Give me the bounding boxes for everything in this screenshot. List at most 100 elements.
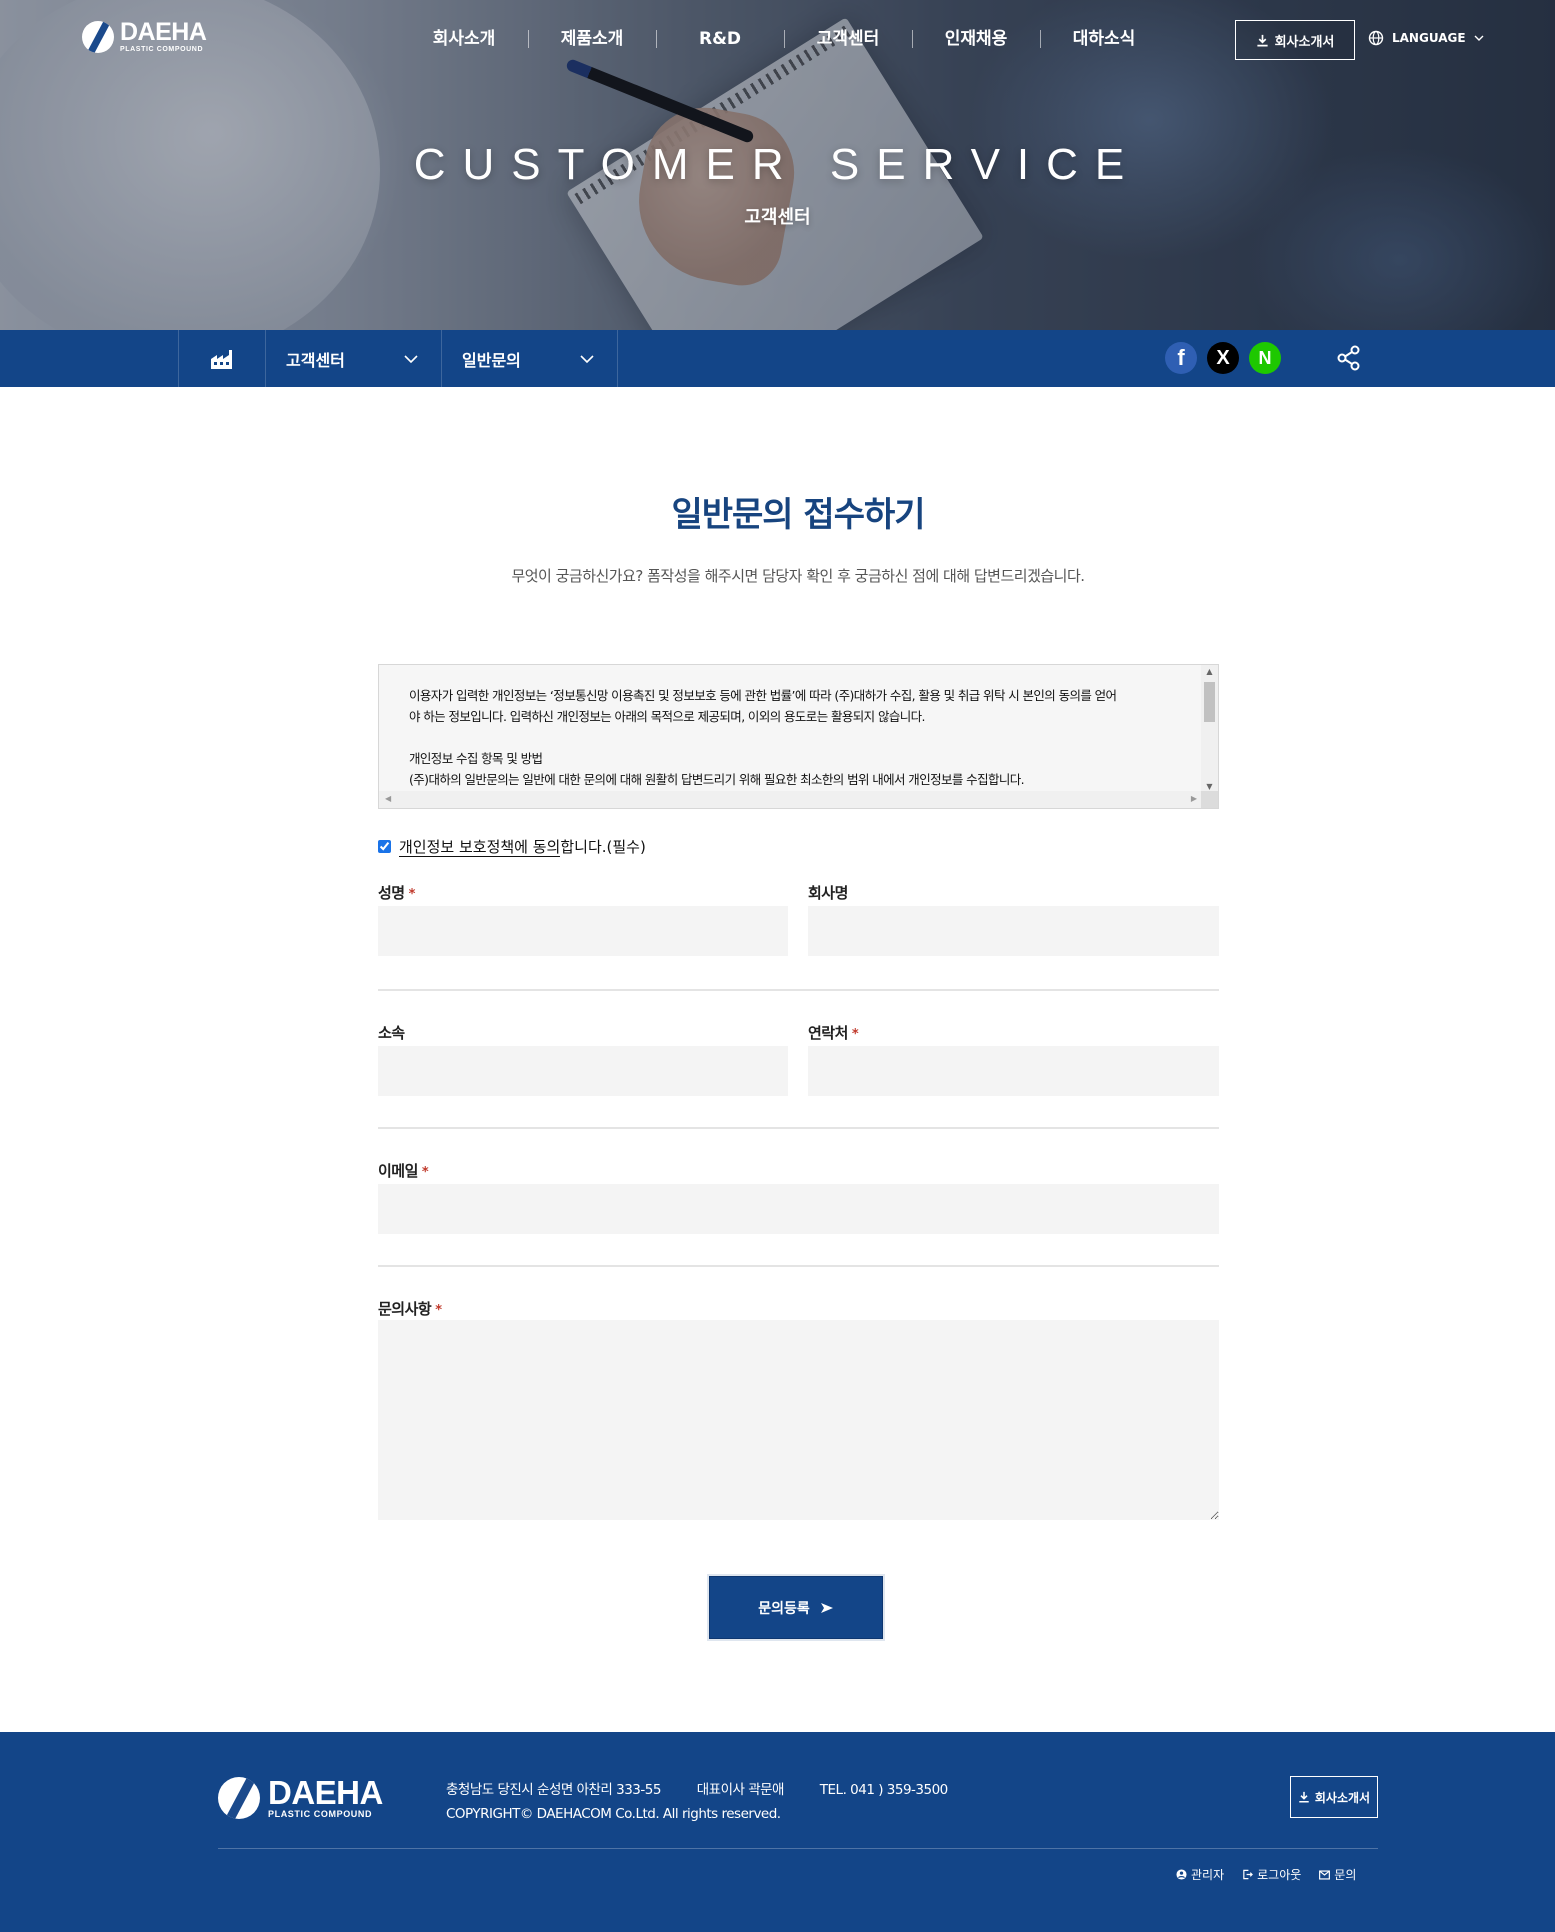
name-label-text: 성명 xyxy=(378,884,405,902)
logo-wordmark: DAEHA PLASTIC COMPOUND xyxy=(120,18,207,54)
required-mark: * xyxy=(421,1165,429,1180)
footer-link-contact-label: 문의 xyxy=(1334,1868,1357,1882)
footer-info-row: 충청남도 당진시 순성면 아찬리 333-55 대표이사 곽문애 TEL. 04… xyxy=(446,1778,948,1802)
inquiry-label: 문의사항 * xyxy=(378,1298,442,1319)
breadcrumb-depth1[interactable]: 고객센터 xyxy=(266,330,442,387)
breadcrumb-depth2[interactable]: 일반문의 xyxy=(442,330,618,387)
footer-link-admin[interactable]: 관리자 xyxy=(1176,1866,1224,1883)
footer-logo-sub-text: PLASTIC COMPOUND xyxy=(268,1809,373,1819)
chevron-down-icon xyxy=(580,354,594,363)
location-bar: 고객센터 일반문의 f X N xyxy=(0,330,1555,387)
form-divider xyxy=(378,1265,1219,1267)
logo-main-text: DAEHA xyxy=(120,18,207,46)
horizontal-scrollbar[interactable]: ◀ ▶ xyxy=(379,791,1203,808)
scroll-right-icon[interactable]: ▶ xyxy=(1191,794,1197,803)
company-label: 회사명 xyxy=(808,882,848,903)
scrollbar-corner xyxy=(1201,791,1218,808)
scrollbar-thumb[interactable] xyxy=(1204,682,1215,722)
brochure-label: 회사소개서 xyxy=(1274,34,1335,50)
scroll-up-icon[interactable]: ▲ xyxy=(1201,667,1218,676)
share-button[interactable] xyxy=(1335,344,1363,376)
footer-link-logout[interactable]: 로그아웃 xyxy=(1242,1866,1301,1883)
contact-input[interactable] xyxy=(808,1046,1219,1096)
footer-logo[interactable]: DAEHA PLASTIC COMPOUND xyxy=(218,1776,383,1819)
send-icon xyxy=(820,1602,833,1613)
footer-logo-main-text: DAEHA xyxy=(268,1774,383,1811)
footer-tel: TEL. 041 ) 359-3500 xyxy=(819,1782,949,1798)
privacy-agree-text: 개인정보 보호정책에 동의합니다.(필수) xyxy=(399,836,646,857)
hero-banner: DAEHA PLASTIC COMPOUND 회사소개 제품소개 R&D 고객센… xyxy=(0,0,1555,330)
nav-item-news[interactable]: 대하소식 xyxy=(1040,26,1168,52)
affiliation-input[interactable] xyxy=(378,1046,788,1096)
breadcrumb-depth2-label: 일반문의 xyxy=(462,350,521,370)
submit-label: 문의등록 xyxy=(758,1600,810,1617)
footer-brochure-label: 회사소개서 xyxy=(1314,1790,1371,1805)
hero-subtitle: 고객센터 xyxy=(744,207,811,228)
submit-inquiry-button[interactable]: 문의등록 xyxy=(709,1576,883,1639)
scroll-left-icon[interactable]: ◀ xyxy=(385,794,391,803)
privacy-terms-box[interactable]: 이용자가 입력한 개인정보는 ‘정보통신망 이용촉진 및 정보보호 등에 관한 … xyxy=(378,664,1219,809)
logout-icon xyxy=(1243,1869,1254,1880)
name-input[interactable] xyxy=(378,906,788,956)
privacy-terms-text: 이용자가 입력한 개인정보는 ‘정보통신망 이용촉진 및 정보보호 등에 관한 … xyxy=(409,685,1179,790)
chevron-down-icon xyxy=(1474,35,1484,41)
vertical-scrollbar[interactable]: ▲ ▼ xyxy=(1201,665,1218,793)
footer-ceo: 대표이사 곽문애 xyxy=(696,1782,785,1798)
terms-line: (주)대하의 일반문의는 일반에 대한 문의에 대해 원활히 답변드리기 위해 … xyxy=(409,772,1025,787)
privacy-policy-link[interactable]: 개인정보 보호정책에 동의 xyxy=(399,838,561,857)
required-mark: * xyxy=(408,887,416,902)
nav-item-products[interactable]: 제품소개 xyxy=(528,26,656,52)
terms-line: 야 하는 정보입니다. 입력하신 개인정보는 아래의 목적으로 제공되며, 이외… xyxy=(409,709,926,724)
language-selector[interactable]: LANGUAGE xyxy=(1368,30,1484,46)
language-label: LANGUAGE xyxy=(1392,31,1466,45)
share-icon xyxy=(1337,345,1360,371)
logo-sub-text: PLASTIC COMPOUND xyxy=(120,46,204,53)
required-mark: * xyxy=(851,1027,859,1042)
inquiry-textarea[interactable] xyxy=(378,1320,1219,1520)
x-twitter-icon[interactable]: X xyxy=(1207,342,1239,374)
footer-link-logout-label: 로그아웃 xyxy=(1257,1868,1302,1882)
footer-brochure-button[interactable]: 회사소개서 xyxy=(1290,1776,1378,1818)
naver-icon[interactable]: N xyxy=(1249,342,1281,374)
privacy-agree-row[interactable]: 개인정보 보호정책에 동의합니다.(필수) xyxy=(378,836,646,857)
company-input[interactable] xyxy=(808,906,1219,956)
privacy-agree-checkbox[interactable] xyxy=(378,840,391,853)
footer-link-contact[interactable]: 문의 xyxy=(1319,1866,1356,1883)
required-mark: * xyxy=(435,1303,442,1318)
site-logo[interactable]: DAEHA PLASTIC COMPOUND xyxy=(82,18,207,54)
nav-item-customer[interactable]: 고객센터 xyxy=(784,26,912,52)
home-button[interactable] xyxy=(178,330,266,387)
email-input[interactable] xyxy=(378,1184,1219,1234)
nav-item-recruit[interactable]: 인재채용 xyxy=(912,26,1040,52)
contact-label: 연락처 * xyxy=(808,1022,859,1043)
footer-link-admin-label: 관리자 xyxy=(1191,1868,1225,1882)
chevron-down-icon xyxy=(404,354,418,363)
contact-label-text: 연락처 xyxy=(808,1024,848,1042)
footer-copyright: COPYRIGHT© DAEHACOM Co.Ltd. All rights r… xyxy=(446,1806,781,1822)
brochure-download-button[interactable]: 회사소개서 xyxy=(1235,20,1355,60)
breadcrumb-depth1-label: 고객센터 xyxy=(286,350,345,370)
mail-icon xyxy=(1319,1869,1331,1880)
footer-divider xyxy=(218,1848,1378,1849)
form-divider xyxy=(378,989,1219,991)
footer-address: 충청남도 당진시 순성면 아찬리 333-55 xyxy=(446,1782,661,1798)
sns-share-group: f X N xyxy=(1165,342,1281,374)
privacy-agree-suffix: 합니다.(필수) xyxy=(560,838,646,856)
main-nav: 회사소개 제품소개 R&D 고객센터 인재채용 대하소식 xyxy=(400,26,1168,52)
site-footer: DAEHA PLASTIC COMPOUND 충청남도 당진시 순성면 아찬리 … xyxy=(0,1732,1555,1932)
inquiry-label-text: 문의사항 xyxy=(378,1300,432,1318)
nav-item-company[interactable]: 회사소개 xyxy=(400,26,528,52)
affiliation-label: 소속 xyxy=(378,1022,405,1043)
email-label-text: 이메일 xyxy=(378,1162,418,1180)
nav-item-rnd[interactable]: R&D xyxy=(656,26,784,52)
scroll-down-icon[interactable]: ▼ xyxy=(1201,782,1218,791)
user-icon xyxy=(1176,1869,1187,1880)
page-description: 무엇이 궁금하신가요? 폼작성을 해주시면 담당자 확인 후 궁금하신 점에 대… xyxy=(511,567,1085,585)
facebook-icon[interactable]: f xyxy=(1165,342,1197,374)
hero-title: CUSTOMER SERVICE xyxy=(413,140,1142,189)
email-label: 이메일 * xyxy=(378,1160,429,1181)
download-icon xyxy=(1299,1791,1309,1803)
form-divider xyxy=(378,1127,1219,1129)
footer-wordmark: DAEHA PLASTIC COMPOUND xyxy=(268,1776,383,1819)
terms-line: 이용자가 입력한 개인정보는 ‘정보통신망 이용촉진 및 정보보호 등에 관한 … xyxy=(409,688,1117,703)
